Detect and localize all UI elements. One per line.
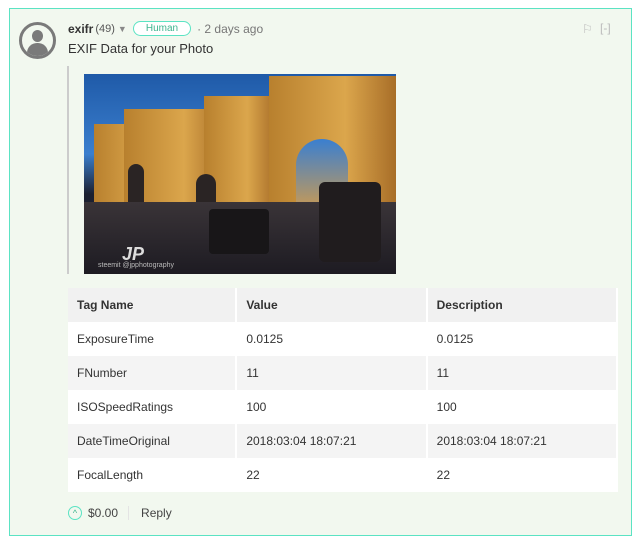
comment-meta: exifr (49) ▼ Human · 2 days ago bbox=[68, 20, 263, 37]
column-header: Tag Name bbox=[68, 288, 238, 322]
cell: ISOSpeedRatings bbox=[68, 390, 238, 424]
reputation: (49) bbox=[95, 22, 115, 35]
cell: 100 bbox=[426, 390, 619, 424]
table-row: FocalLength 22 22 bbox=[68, 458, 619, 492]
flag-icon[interactable]: ⚐ bbox=[582, 22, 593, 36]
table-header-row: Tag Name Value Description bbox=[68, 288, 619, 322]
watermark-text: steemit @jpphotography bbox=[98, 262, 174, 269]
upvote-icon[interactable]: ^ bbox=[68, 506, 82, 520]
photo: JP steemit @jpphotography bbox=[84, 74, 396, 274]
cell: 11 bbox=[236, 356, 428, 390]
cell: 0.0125 bbox=[236, 322, 428, 356]
table-row: ISOSpeedRatings 100 100 bbox=[68, 390, 619, 424]
cell: 2018:03:04 18:07:21 bbox=[426, 424, 619, 458]
timestamp[interactable]: · 2 days ago bbox=[197, 22, 263, 36]
column-header: Value bbox=[236, 288, 428, 322]
reply-button[interactable]: Reply bbox=[141, 506, 172, 520]
cell: 22 bbox=[236, 458, 428, 492]
table-row: FNumber 11 11 bbox=[68, 356, 619, 390]
cell: 22 bbox=[426, 458, 619, 492]
column-header: Description bbox=[426, 288, 619, 322]
table-row: DateTimeOriginal 2018:03:04 18:07:21 2018:… bbox=[68, 424, 619, 458]
avatar[interactable] bbox=[19, 22, 56, 59]
blockquote-bar bbox=[67, 66, 69, 274]
human-badge: Human bbox=[132, 21, 192, 36]
author-link[interactable]: exifr bbox=[68, 22, 93, 36]
cell: FocalLength bbox=[68, 458, 238, 492]
chevron-down-icon[interactable]: ▼ bbox=[118, 24, 127, 34]
cell: 2018:03:04 18:07:21 bbox=[236, 424, 428, 458]
comment-title: EXIF Data for your Photo bbox=[68, 41, 214, 56]
comment-footer: ^ $0.00 Reply bbox=[68, 506, 172, 520]
cell: 0.0125 bbox=[426, 322, 619, 356]
cell: ExposureTime bbox=[68, 322, 238, 356]
cell: FNumber bbox=[68, 356, 238, 390]
payout-value[interactable]: $0.00 bbox=[88, 506, 130, 520]
table-row: ExposureTime 0.0125 0.0125 bbox=[68, 322, 619, 356]
collapse-button[interactable]: [-] bbox=[600, 21, 611, 35]
cell: 11 bbox=[426, 356, 619, 390]
cell: DateTimeOriginal bbox=[68, 424, 238, 458]
cell: 100 bbox=[236, 390, 428, 424]
exif-table: Tag Name Value Description ExposureTime 0… bbox=[68, 288, 619, 492]
